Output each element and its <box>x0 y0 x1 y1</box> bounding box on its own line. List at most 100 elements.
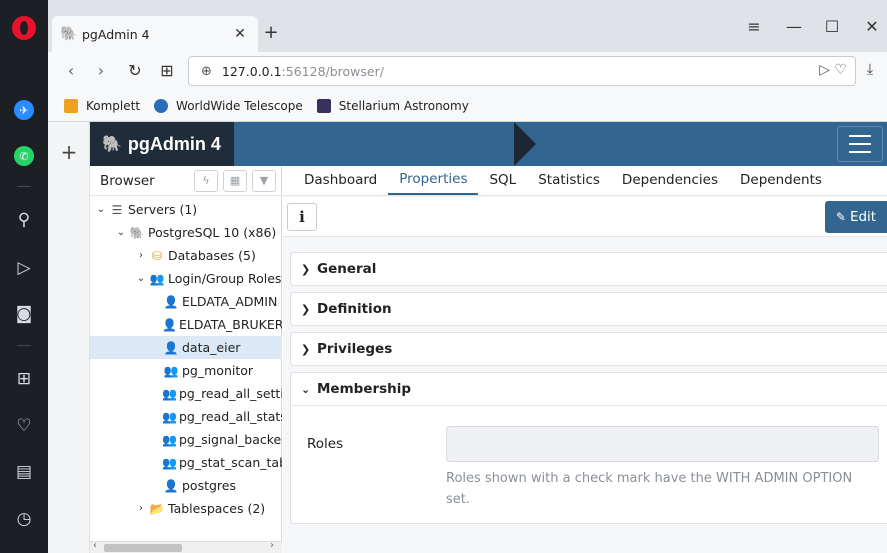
tab-dependents[interactable]: Dependents <box>729 165 833 195</box>
node-label: Tablespaces (2) <box>168 501 266 516</box>
telescope-icon <box>154 98 169 113</box>
membership-body: Roles Roles shown with a check mark have… <box>291 405 887 523</box>
back-icon[interactable]: ‹ <box>60 60 82 82</box>
bookmark-stellarium[interactable]: Stellarium Astronomy <box>316 98 469 113</box>
tree-node-role[interactable]: 👤 ELDATA_BRUKER <box>90 313 282 336</box>
send-bookmark-icons[interactable]: ▷ ♡ <box>819 62 847 78</box>
roles-field <box>446 426 879 462</box>
brand-title: pgAdmin 4 <box>127 133 221 154</box>
scroll-left-icon[interactable]: ‹ <box>93 540 97 551</box>
group-role-icon: 👥 <box>163 363 179 378</box>
tab-dashboard[interactable]: Dashboard <box>293 165 388 195</box>
tree-node-tablespaces[interactable]: › 📂 Tablespaces (2) <box>90 497 282 520</box>
bookmark-label: WorldWide Telescope <box>176 98 303 113</box>
node-label: pg_signal_backend <box>178 432 282 447</box>
browser-panel: Browser ϟ ▦ ▼ ⌄ ☰ Servers (1) ⌄ 🐘 Postgr… <box>90 166 282 553</box>
filter-icon[interactable]: ▼ <box>252 169 276 192</box>
sidebar-divider <box>17 186 31 187</box>
bookmark-komplett[interactable]: Komplett <box>64 98 140 113</box>
group-role-icon: 👥 <box>162 409 177 424</box>
group-role-icon: 👥 <box>162 386 177 401</box>
info-button[interactable]: i <box>287 203 317 231</box>
browser-panel-title: Browser <box>100 172 155 189</box>
send-icon[interactable]: ▷ <box>0 254 48 282</box>
close-window-button[interactable]: ✕ <box>854 16 887 38</box>
search-icon[interactable]: ⚲ <box>0 206 48 234</box>
news-icon[interactable]: ▤ <box>0 458 48 486</box>
tree-node-databases[interactable]: › ⛁ Databases (5) <box>90 244 282 267</box>
section-membership[interactable]: ⌄ Membership Roles Roles shown with a che… <box>290 372 887 524</box>
pencil-icon: ✎ <box>835 210 846 224</box>
node-label: Servers (1) <box>128 202 198 217</box>
expand-icon[interactable]: › <box>134 250 148 261</box>
node-label: pg_monitor <box>182 363 254 378</box>
tree-node-role-selected[interactable]: 👤 data_eier <box>90 336 282 359</box>
tree-node-role[interactable]: 👤 ELDATA_ADMIN <box>90 290 282 313</box>
tab-sql[interactable]: SQL <box>478 165 527 195</box>
hamburger-menu-button[interactable] <box>837 126 883 162</box>
url-input[interactable]: ⊕ 127.0.0.1:56128/browser/ ▷ ♡ <box>188 56 856 86</box>
tab-dependencies[interactable]: Dependencies <box>611 165 729 195</box>
section-general[interactable]: ❯ General <box>290 252 887 286</box>
url-host: 127.0.0.1 <box>221 63 282 79</box>
bookmarks-bar: Komplett WorldWide Telescope Stellarium … <box>48 90 887 122</box>
browser-tab[interactable]: 🐘 pgAdmin 4 ✕ <box>52 16 258 52</box>
collapse-icon[interactable]: ⌄ <box>94 204 108 215</box>
new-tab-button[interactable]: + <box>260 22 282 44</box>
camera-icon[interactable]: ◙ <box>0 300 48 328</box>
node-label: ELDATA_ADMIN <box>182 294 278 309</box>
tree-node-group-role[interactable]: 👥 pg_read_all_settings <box>90 382 282 405</box>
tree-node-group-role[interactable]: 👥 pg_stat_scan_tables <box>90 451 282 474</box>
tree-horizontal-scrollbar[interactable]: ‹ › <box>90 540 282 553</box>
user-role-icon: 👤 <box>163 478 179 493</box>
tree-node-login-group-roles[interactable]: ⌄ 👥 Login/Group Roles <box>90 267 282 290</box>
tab-properties[interactable]: Properties <box>388 165 479 195</box>
section-privileges[interactable]: ❯ Privileges <box>290 332 887 366</box>
section-definition[interactable]: ❯ Definition <box>290 292 887 326</box>
speed-dial-icon[interactable]: ⊞ <box>0 365 48 393</box>
collapse-icon[interactable]: ⌄ <box>134 273 148 284</box>
node-label: PostgreSQL 10 (x86) <box>148 225 277 240</box>
easy-setup-icon[interactable]: ≡ <box>736 16 772 38</box>
scrollbar-thumb[interactable] <box>104 544 182 552</box>
edit-button[interactable]: ✎ Edit <box>825 201 887 233</box>
scroll-right-icon[interactable]: › <box>270 540 274 551</box>
whatsapp-icon[interactable]: ✆ <box>0 142 48 170</box>
node-label: postgres <box>182 478 236 493</box>
postgresql-server-icon: 🐘 <box>129 225 145 240</box>
close-tab-icon[interactable]: ✕ <box>230 26 250 42</box>
tabs-grid-icon[interactable]: ⊞ <box>156 60 178 82</box>
download-icon[interactable]: ⤓ <box>859 60 881 82</box>
opera-logo-icon[interactable] <box>12 16 36 40</box>
servers-icon: ☰ <box>111 202 123 217</box>
elephant-logo-icon: 🐘 <box>102 136 122 153</box>
view-data-icon[interactable]: ▦ <box>223 169 247 192</box>
tab-statistics[interactable]: Statistics <box>527 165 611 195</box>
tree-node-postgresql[interactable]: ⌄ 🐘 PostgreSQL 10 (x86) <box>90 221 282 244</box>
stellarium-icon <box>316 98 331 113</box>
maximize-button[interactable]: ☐ <box>814 16 850 38</box>
messenger-icon[interactable]: ✈ <box>0 96 48 124</box>
collapse-icon[interactable]: ⌄ <box>114 227 128 238</box>
chevron-down-icon: ⌄ <box>301 382 311 396</box>
tree-node-group-role[interactable]: 👥 pg_signal_backend <box>90 428 282 451</box>
history-icon[interactable]: ◷ <box>0 505 48 533</box>
user-role-icon: 👤 <box>163 294 179 309</box>
heart-icon[interactable]: ♡ <box>0 412 48 440</box>
add-panel-button[interactable]: + <box>48 140 90 164</box>
forward-icon[interactable]: › <box>90 60 112 82</box>
globe-icon: ⊕ <box>201 63 212 79</box>
address-bar: ‹ › ↻ ⊞ ⊕ 127.0.0.1:56128/browser/ ▷ ♡ ⤓ <box>48 52 887 90</box>
pgadmin-brand: 🐘 pgAdmin 4 <box>90 122 234 166</box>
minimize-button[interactable]: — <box>776 16 812 38</box>
tree-node-servers[interactable]: ⌄ ☰ Servers (1) <box>90 198 282 221</box>
tab-title: pgAdmin 4 <box>82 26 150 42</box>
tree-node-role[interactable]: 👤 postgres <box>90 474 282 497</box>
query-tool-icon[interactable]: ϟ <box>194 169 218 192</box>
tree-node-group-role[interactable]: 👥 pg_read_all_stats <box>90 405 282 428</box>
expand-icon[interactable]: › <box>134 503 148 514</box>
tree-node-group-role[interactable]: 👥 pg_monitor <box>90 359 282 382</box>
bookmark-worldwide-telescope[interactable]: WorldWide Telescope <box>154 98 303 113</box>
section-title: Privileges <box>317 341 393 357</box>
reload-icon[interactable]: ↻ <box>124 60 146 82</box>
